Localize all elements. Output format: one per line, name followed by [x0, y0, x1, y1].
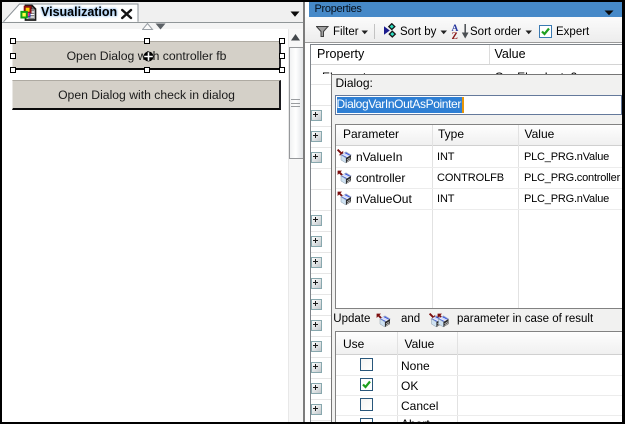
svg-text:Z: Z	[451, 32, 457, 40]
